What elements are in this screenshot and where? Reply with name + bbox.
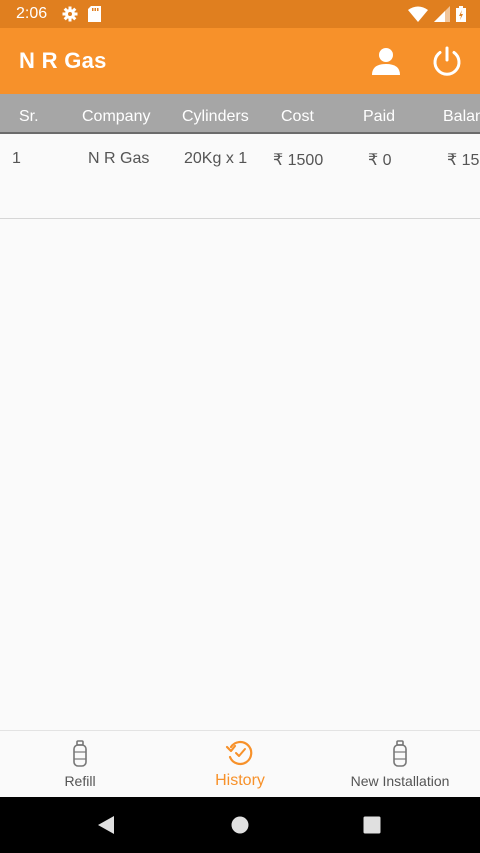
home-icon[interactable]: [210, 797, 270, 853]
column-header-paid: Paid: [363, 108, 396, 125]
battery-icon: [456, 6, 466, 27]
back-icon[interactable]: [76, 797, 136, 853]
system-navigation-bar: [0, 797, 480, 853]
column-header-sr: Sr.: [19, 108, 39, 125]
app-bar: N R Gas: [0, 28, 480, 94]
history-clock-icon: [225, 738, 255, 773]
nav-label-new-installation: New Installation: [350, 773, 450, 789]
cell-cost: ₹ 1500: [273, 152, 324, 169]
power-icon[interactable]: [430, 44, 464, 78]
app-title: N R Gas: [19, 48, 107, 73]
column-header-balance: Balan: [443, 108, 480, 125]
sd-card-icon: [88, 6, 101, 27]
nav-label-refill: Refill: [64, 773, 96, 789]
settings-icon: [62, 6, 78, 27]
bottom-navigation: Refill History New Installation: [0, 730, 480, 797]
status-time: 2:06: [16, 5, 48, 22]
cell-paid: ₹ 0: [368, 152, 392, 169]
nav-item-refill[interactable]: Refill: [0, 731, 160, 798]
column-header-cylinders: Cylinders: [182, 108, 249, 125]
table-header: Sr. Company Cylinders Cost Paid Balan: [0, 94, 480, 134]
profile-icon[interactable]: [369, 44, 403, 78]
signal-icon: [434, 6, 450, 27]
cell-company: N R Gas: [88, 150, 150, 167]
cell-sr: 1: [12, 150, 21, 167]
column-header-cost: Cost: [281, 108, 314, 125]
cell-cylinders: 20Kg x 1: [184, 150, 248, 167]
wifi-icon: [408, 6, 428, 27]
status-bar: 2:06: [0, 0, 480, 28]
nav-item-history[interactable]: History: [160, 731, 320, 798]
cell-balance: ₹ 150: [447, 152, 480, 169]
nav-label-history: History: [215, 772, 265, 789]
gas-cylinder-icon: [393, 740, 407, 773]
table-row[interactable]: 1 N R Gas 20Kg x 1 ₹ 1500 ₹ 0 ₹ 150: [0, 134, 480, 219]
gas-cylinder-icon: [73, 740, 87, 773]
column-header-company: Company: [82, 108, 151, 125]
recents-icon[interactable]: [342, 797, 402, 853]
nav-item-new-installation[interactable]: New Installation: [320, 731, 480, 798]
